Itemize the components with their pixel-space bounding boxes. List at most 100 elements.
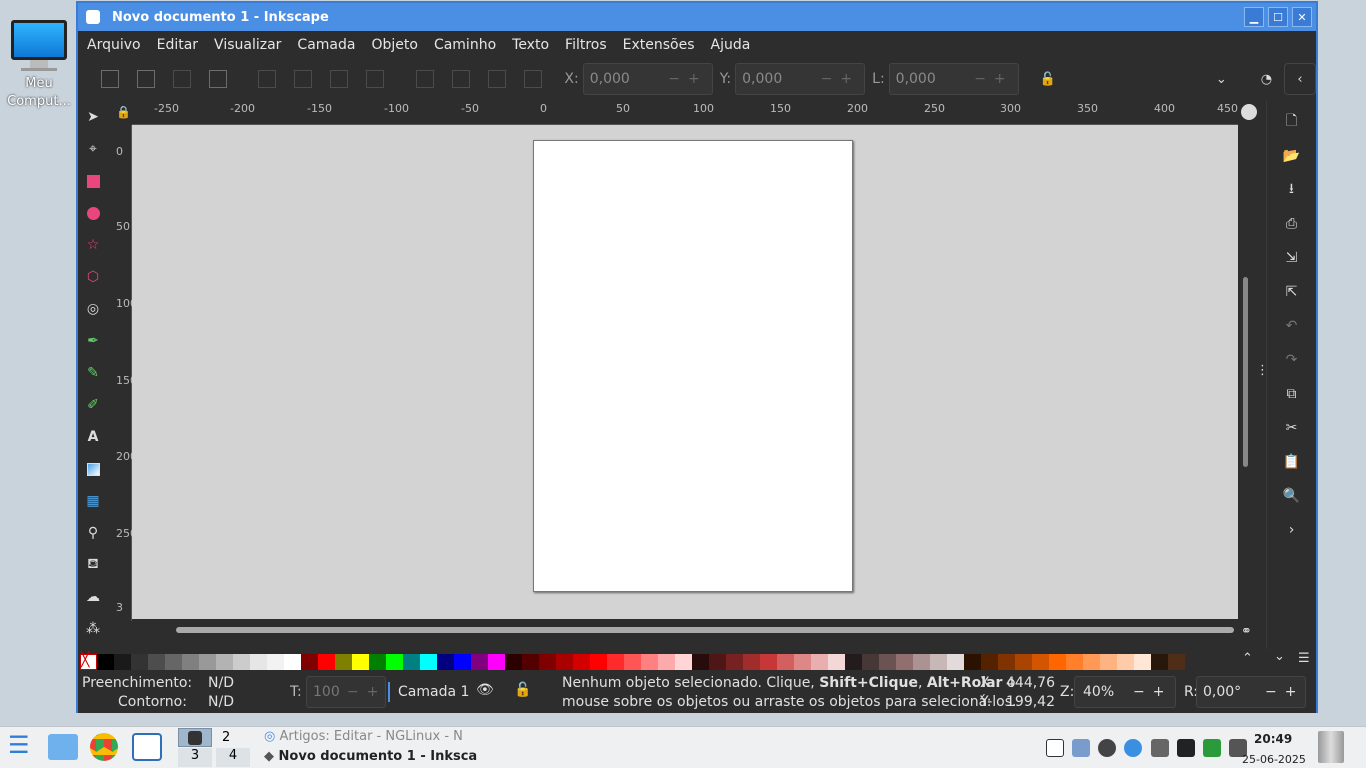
palette-swatch[interactable] [488,654,505,670]
palette-swatch[interactable] [947,654,964,670]
canvas[interactable] [132,125,1238,619]
palette-swatch[interactable] [641,654,658,670]
palette-swatch[interactable] [964,654,981,670]
trash-icon[interactable] [1318,731,1344,763]
palette-swatch[interactable] [420,654,437,670]
node-tool-icon[interactable]: ⌖ [82,138,104,160]
palette-swatch[interactable] [216,654,233,670]
palette-swatch[interactable] [556,654,573,670]
palette-scroll-down-icon[interactable]: ⌄ [1274,649,1285,664]
color-manage-icon[interactable]: ⚭ [1241,624,1252,639]
workspace-4[interactable]: 4 [216,748,250,767]
maximize-button[interactable]: ☐ [1268,7,1288,27]
palette-swatch[interactable] [403,654,420,670]
rectangle-tool-icon[interactable] [82,170,104,192]
transfer-tray-icon[interactable] [1150,739,1169,757]
palette-swatch[interactable] [913,654,930,670]
clock-date[interactable]: 25-06-2025 [1242,753,1306,766]
menu-filtros[interactable]: Filtros [565,37,607,53]
palette-swatch[interactable] [284,654,301,670]
x-stepper[interactable]: −+ [668,71,707,87]
flip-vertical-icon[interactable] [366,70,385,88]
dropper-tool-icon[interactable]: ⚲ [82,522,104,544]
palette-swatch[interactable] [760,654,777,670]
title-bar[interactable]: Novo documento 1 - Inkscape ▁ ☐ ✕ [78,3,1316,31]
palette-swatch[interactable] [1032,654,1049,670]
select-same-icon[interactable] [208,70,227,88]
palette-swatch[interactable] [386,654,403,670]
palette-swatch[interactable] [454,654,471,670]
palette-swatch[interactable] [165,654,182,670]
copy-icon[interactable]: ⧉ [1282,385,1302,403]
raise-to-top-icon[interactable] [415,70,434,88]
palette-swatch[interactable] [1066,654,1083,670]
palette-swatch[interactable] [590,654,607,670]
menu-extensoes[interactable]: Extensões [623,37,695,53]
palette-swatch[interactable] [743,654,760,670]
palette-swatch[interactable] [318,654,335,670]
palette-swatch[interactable] [811,654,828,670]
workspace-2[interactable]: 2 [222,730,230,745]
palette-swatch[interactable] [862,654,879,670]
palette-swatch[interactable] [828,654,845,670]
clock-time[interactable]: 20:49 [1254,732,1292,746]
task-inkscape[interactable]: ◆ Novo documento 1 - Inksca [264,749,477,764]
palette-swatch[interactable] [675,654,692,670]
palette-swatch[interactable] [1134,654,1151,670]
gradient-tool-icon[interactable] [82,458,104,480]
horizontal-ruler[interactable]: -250 -200 -150 -100 -50 0 50 100 150 200… [132,101,1238,125]
palette-swatch[interactable] [607,654,624,670]
rotate-ccw-icon[interactable] [258,70,277,88]
tweak-tool-icon[interactable]: ☁ [82,586,104,608]
palette-swatch[interactable] [505,654,522,670]
palette-swatch[interactable] [1100,654,1117,670]
palette-swatch[interactable] [573,654,590,670]
palette-swatch[interactable] [845,654,862,670]
palette-swatch[interactable] [539,654,556,670]
palette-swatch[interactable] [1083,654,1100,670]
undo-icon[interactable]: ↶ [1282,317,1302,335]
menu-caminho[interactable]: Caminho [434,37,496,53]
save-icon[interactable]: ⭳ [1282,181,1302,199]
lower-icon[interactable] [487,70,506,88]
paint-bucket-tool-icon[interactable]: ⛾ [82,554,104,576]
palette-swatch[interactable] [437,654,454,670]
calligraphy-tool-icon[interactable]: ✐ [82,394,104,416]
layer-visibility-icon[interactable]: 👁 [476,682,494,698]
export-icon[interactable]: ⇱ [1282,283,1302,301]
raise-icon[interactable] [451,70,470,88]
cut-icon[interactable]: ✂ [1282,419,1302,437]
palette-swatch[interactable] [1151,654,1168,670]
minimize-button[interactable]: ▁ [1244,7,1264,27]
spiral-tool-icon[interactable]: ◎ [82,298,104,320]
pencil-tool-icon[interactable]: ✎ [82,362,104,384]
chevron-right-icon[interactable]: › [1282,521,1302,539]
palette-swatch[interactable] [250,654,267,670]
snap-toggle-icon[interactable]: ◔ [1261,72,1272,87]
palette-swatch[interactable] [335,654,352,670]
palette-swatch[interactable] [369,654,386,670]
palette-swatch[interactable] [131,654,148,670]
desktop-icon-my-computer[interactable]: Meu Comput... [4,20,74,111]
x-input[interactable]: 0,000 −+ [582,63,713,95]
3d-box-tool-icon[interactable]: ⬡ [82,266,104,288]
palette-swatch[interactable] [114,654,131,670]
palette-swatch[interactable] [692,654,709,670]
vertical-ruler[interactable]: 0 50 100 150 200 250 3 [108,125,137,621]
stroke-value[interactable]: N/D [208,694,234,710]
workspace-3[interactable]: 3 [178,748,212,767]
find-icon[interactable]: 🔍 [1282,487,1302,505]
palette-swatch[interactable] [522,654,539,670]
spray-tool-icon[interactable]: ⁂ [82,618,104,640]
vertical-scrollbar[interactable] [1240,101,1248,621]
flip-horizontal-icon[interactable] [330,70,349,88]
redo-icon[interactable]: ↷ [1282,351,1302,369]
network-tray-icon[interactable] [1124,739,1143,757]
lower-to-bottom-icon[interactable] [523,70,542,88]
palette-swatch[interactable] [267,654,284,670]
clipboard-tray-icon[interactable] [1046,739,1064,757]
star-tool-icon[interactable]: ☆ [82,234,104,256]
ruler-lock-icon[interactable]: 🔒 [116,105,131,119]
text-tool-icon[interactable]: A [82,426,104,448]
palette-swatch[interactable] [199,654,216,670]
